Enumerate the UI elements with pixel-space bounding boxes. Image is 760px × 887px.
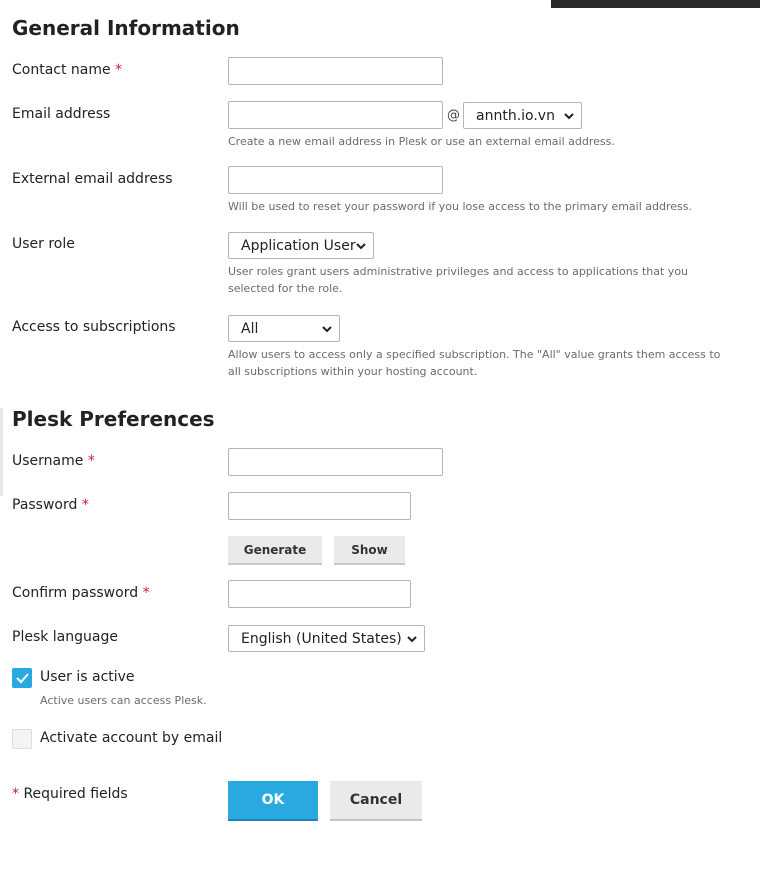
user-active-hint: Active users can access Plesk.	[40, 694, 207, 707]
external-email-input[interactable]	[228, 166, 443, 194]
email-domain-value: annth.io.vn	[476, 108, 555, 124]
show-button[interactable]: Show	[334, 536, 405, 565]
activate-email-checkbox[interactable]	[12, 729, 32, 749]
password-label: Password *	[12, 497, 89, 513]
chevron-down-icon	[564, 113, 574, 120]
subscriptions-value: All	[241, 321, 259, 337]
contact-name-input[interactable]	[228, 57, 443, 85]
email-hint: Create a new email address in Plesk or u…	[228, 135, 615, 148]
cancel-button[interactable]: Cancel	[330, 781, 422, 821]
checkmark-icon	[16, 673, 29, 684]
password-input[interactable]	[228, 492, 411, 520]
email-domain-select[interactable]: annth.io.vn	[463, 102, 582, 129]
plesk-preferences-title: Plesk Preferences	[12, 407, 215, 431]
activate-email-label: Activate account by email	[40, 730, 223, 746]
general-info-title: General Information	[12, 16, 240, 40]
generate-button[interactable]: Generate	[228, 536, 322, 565]
language-value: English (United States)	[241, 631, 402, 647]
subscriptions-hint: Allow users to access only a specified s…	[228, 348, 721, 378]
user-active-label: User is active	[40, 669, 135, 685]
user-role-value: Application User	[241, 238, 356, 254]
confirm-password-label-text: Confirm password	[12, 585, 139, 601]
external-email-label: External email address	[12, 171, 173, 187]
required-mark: *	[81, 497, 89, 513]
user-role-hint: User roles grant users administrative pr…	[228, 265, 689, 295]
confirm-password-input[interactable]	[228, 580, 411, 608]
user-active-checkbox[interactable]	[12, 668, 32, 688]
required-mark: *	[12, 786, 19, 802]
chevron-down-icon	[356, 243, 366, 250]
at-sign: @	[447, 108, 460, 123]
email-input[interactable]	[228, 101, 443, 129]
chevron-down-icon	[407, 636, 417, 643]
email-label: Email address	[12, 106, 111, 122]
username-label: Username *	[12, 453, 95, 469]
required-mark: *	[115, 62, 123, 78]
subscriptions-label: Access to subscriptions	[12, 319, 176, 335]
username-input[interactable]	[228, 448, 443, 476]
username-label-text: Username	[12, 453, 84, 469]
side-edge	[0, 408, 3, 496]
top-bar	[551, 0, 760, 8]
language-label: Plesk language	[12, 629, 118, 645]
ok-button[interactable]: OK	[228, 781, 318, 821]
confirm-password-label: Confirm password *	[12, 585, 150, 601]
chevron-down-icon	[322, 326, 332, 333]
language-select[interactable]: English (United States)	[228, 625, 425, 652]
user-role-label: User role	[12, 236, 75, 252]
user-role-select[interactable]: Application User	[228, 232, 374, 259]
required-mark: *	[142, 585, 150, 601]
subscriptions-select[interactable]: All	[228, 315, 340, 342]
external-email-hint: Will be used to reset your password if y…	[228, 200, 692, 213]
required-mark: *	[87, 453, 95, 469]
contact-name-label: Contact name *	[12, 62, 122, 78]
contact-name-label-text: Contact name	[12, 62, 111, 78]
required-fields-text: Required fields	[19, 786, 128, 802]
required-fields-note: * Required fields	[12, 786, 128, 802]
password-label-text: Password	[12, 497, 78, 513]
